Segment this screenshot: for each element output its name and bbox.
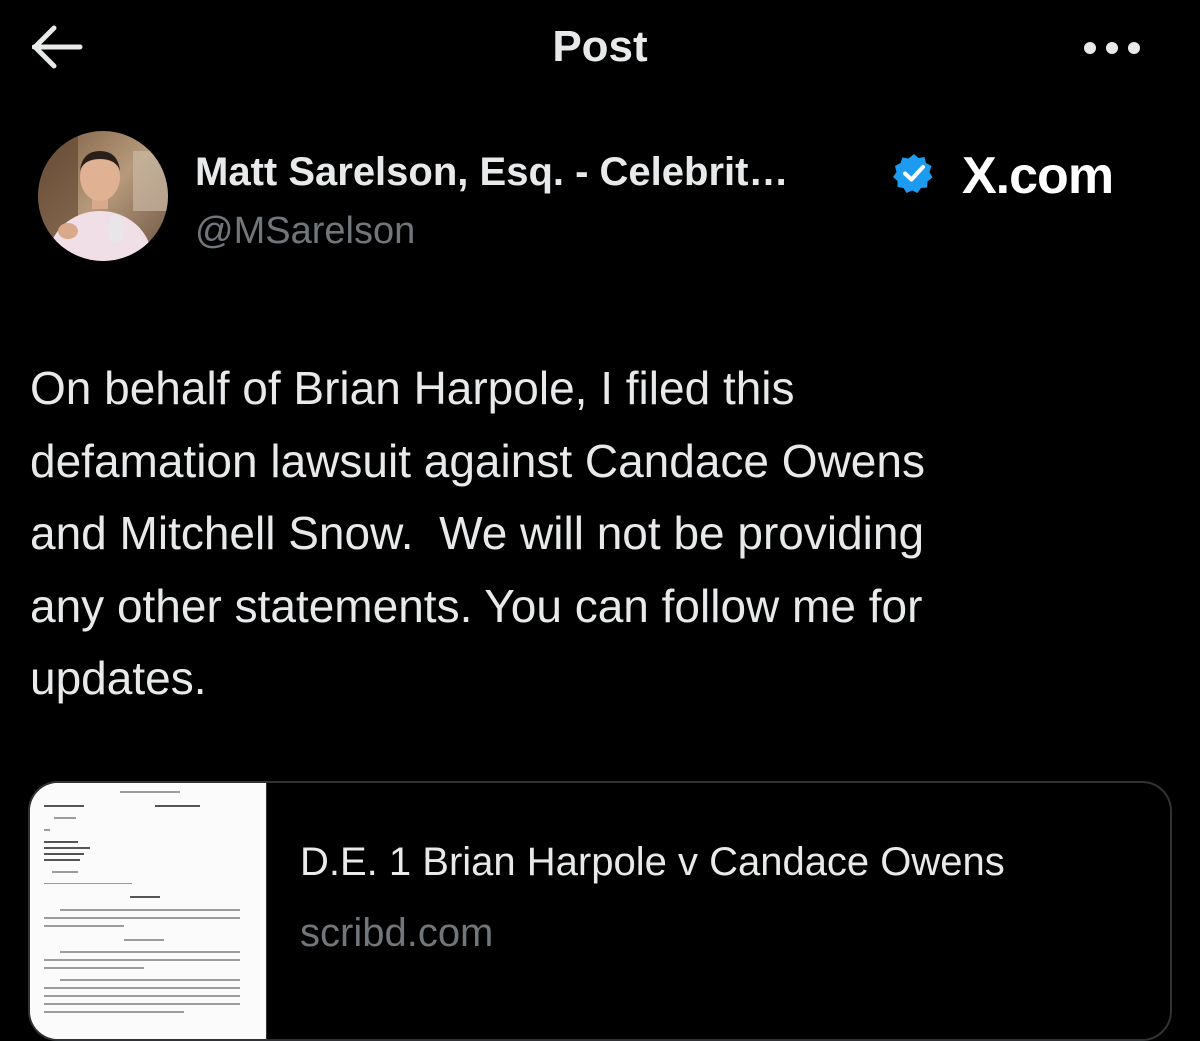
post-text-line: defamation lawsuit against Candace Owens — [30, 434, 925, 487]
verified-badge-icon — [893, 154, 933, 193]
more-horizontal-icon — [1084, 42, 1140, 54]
more-options-button[interactable] — [1072, 28, 1152, 68]
author-name[interactable]: Matt Sarelson, Esq. - Celebrit… — [195, 150, 788, 195]
document-thumbnail — [30, 783, 267, 1039]
post-text-line: any other statements. You can follow me … — [30, 579, 923, 632]
top-bar: Post — [0, 0, 1200, 95]
post-text-line: On behalf of Brian Harpole, I filed this — [30, 362, 795, 414]
link-card[interactable]: D.E. 1 Brian Harpole v Candace Owens scr… — [28, 781, 1172, 1041]
brand-watermark: X.com — [960, 146, 1114, 206]
page-title: Post — [552, 22, 648, 71]
link-card-domain: scribd.com — [300, 911, 494, 955]
author-handle[interactable]: @MSarelson — [195, 210, 415, 253]
link-card-title[interactable]: D.E. 1 Brian Harpole v Candace Owens — [300, 840, 1005, 885]
brand-text: X.com — [962, 147, 1114, 205]
post-text-line: updates. — [30, 652, 207, 704]
post-text: On behalf of Brian Harpole, I filed this… — [30, 352, 1150, 715]
avatar[interactable] — [38, 131, 168, 261]
document-preview-image — [30, 783, 266, 1039]
post-text-line: and Mitchell Snow. We will not be provid… — [30, 507, 925, 559]
avatar-photo — [38, 131, 168, 261]
